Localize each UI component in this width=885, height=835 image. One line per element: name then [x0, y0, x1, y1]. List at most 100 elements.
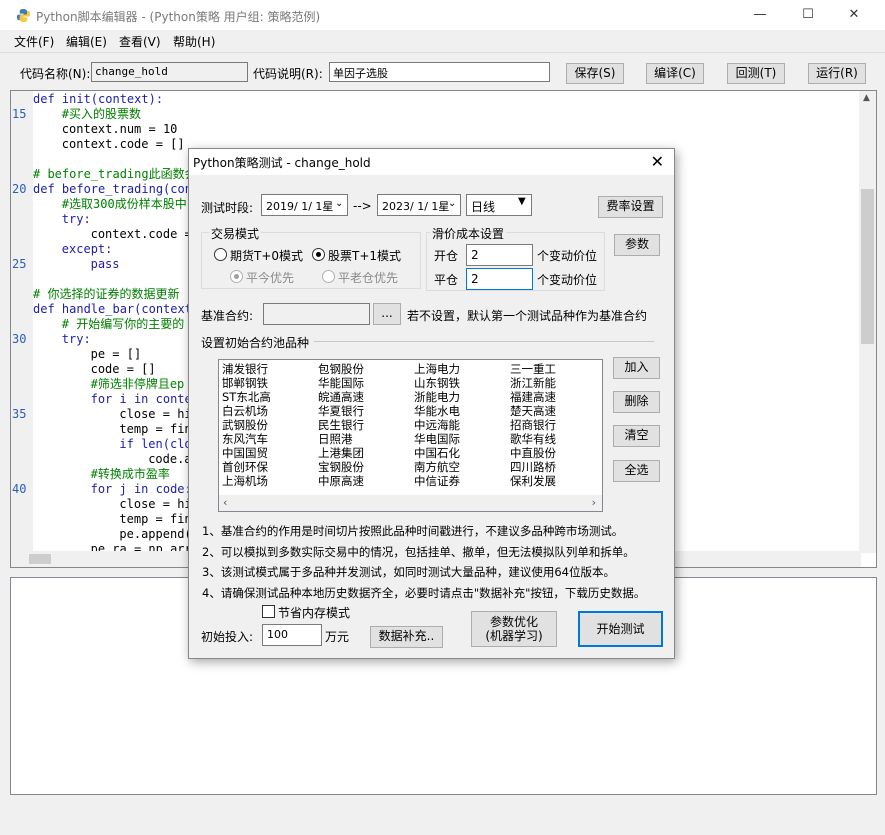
- stock-item[interactable]: 东风汽车: [222, 432, 268, 446]
- select-all-button[interactable]: 全选: [613, 460, 660, 482]
- open-slippage-input[interactable]: 2: [466, 244, 533, 266]
- scrollbar-thumb[interactable]: [861, 189, 874, 344]
- fee-settings-button[interactable]: 费率设置: [598, 196, 663, 218]
- old-first-label[interactable]: 平老仓优先: [338, 269, 398, 286]
- stock-item[interactable]: ST东北高: [222, 390, 271, 404]
- browse-button[interactable]: ...: [373, 303, 401, 325]
- stock-mode-label[interactable]: 股票T+1模式: [328, 247, 401, 264]
- stock-item[interactable]: 中国国贸: [222, 446, 268, 460]
- stock-item[interactable]: 邯郸钢铁: [222, 376, 268, 390]
- futures-mode-label[interactable]: 期货T+0模式: [230, 247, 303, 264]
- save-button[interactable]: 保存(S): [566, 63, 624, 84]
- start-date-chevron-icon[interactable]: ⌄: [335, 198, 343, 209]
- stock-item[interactable]: 楚天高速: [510, 404, 556, 418]
- stock-item[interactable]: 南方航空: [414, 460, 460, 474]
- code-text: def handle_bar(context,: [33, 302, 200, 316]
- stock-item[interactable]: 三一重工: [510, 362, 556, 376]
- h-scrollbar-thumb[interactable]: [29, 554, 51, 564]
- frequency-dropdown-icon[interactable]: ▼: [518, 196, 526, 207]
- stock-item[interactable]: 中远海能: [414, 418, 460, 432]
- stock-item[interactable]: 福建高速: [510, 390, 556, 404]
- stock-item[interactable]: 上海电力: [414, 362, 460, 376]
- stock-item[interactable]: 皖通高速: [318, 390, 364, 404]
- code-text: context.code =: [90, 227, 199, 241]
- stock-item[interactable]: 歌华有线: [510, 432, 556, 446]
- line-number: 30: [12, 332, 27, 346]
- line-number: 40: [12, 482, 27, 496]
- code-text: temp = fin: [119, 422, 192, 436]
- scroll-up-icon[interactable]: ▲: [863, 93, 870, 103]
- stock-mode-radio[interactable]: [312, 248, 325, 261]
- scroll-right-icon[interactable]: ›: [592, 496, 596, 509]
- stock-item[interactable]: 华夏银行: [318, 404, 364, 418]
- menu-file[interactable]: 文件(F): [14, 33, 54, 50]
- stock-item[interactable]: 浙江新能: [510, 376, 556, 390]
- initial-invest-input[interactable]: 100: [262, 624, 322, 646]
- stock-item[interactable]: 山东钢铁: [414, 376, 460, 390]
- stock-item[interactable]: 包钢股份: [318, 362, 364, 376]
- stock-item[interactable]: 招商银行: [510, 418, 556, 432]
- date-arrow: -->: [353, 199, 372, 213]
- vertical-scrollbar[interactable]: ▲: [859, 91, 876, 553]
- benchmark-input[interactable]: [263, 303, 370, 325]
- menu-edit[interactable]: 编辑(E): [66, 33, 107, 50]
- stock-item[interactable]: 中信证券: [414, 474, 460, 488]
- code-text: #转换成市盈率: [90, 467, 170, 481]
- clear-button[interactable]: 清空: [613, 425, 660, 447]
- backtest-button[interactable]: 回测(T): [727, 63, 785, 84]
- maximize-button[interactable]: ☐: [785, 0, 831, 30]
- minimize-button[interactable]: —: [737, 0, 783, 30]
- futures-mode-radio[interactable]: [214, 248, 227, 261]
- stock-item[interactable]: 华电国际: [414, 432, 460, 446]
- dialog-close-icon[interactable]: ✕: [651, 152, 664, 171]
- stock-item[interactable]: 中直股份: [510, 446, 556, 460]
- code-text: pe.append((: [119, 527, 199, 541]
- today-first-label[interactable]: 平今优先: [246, 269, 294, 286]
- start-test-button[interactable]: 开始测试: [578, 611, 663, 647]
- line-number: 15: [12, 107, 27, 121]
- stock-pool-list[interactable]: 浦发银行 包钢股份 上海电力 三一重工邯郸钢铁 华能国际 山东钢铁 浙江新能 ST东北高 皖通高…: [218, 359, 603, 512]
- memory-mode-label[interactable]: 节省内存模式: [278, 604, 350, 621]
- stock-item[interactable]: 四川路桥: [510, 460, 556, 474]
- stock-item[interactable]: 宝钢股份: [318, 460, 364, 474]
- menu-help[interactable]: 帮助(H): [173, 33, 215, 50]
- delete-button[interactable]: 删除: [613, 391, 660, 413]
- today-first-radio[interactable]: [230, 270, 243, 283]
- stock-item[interactable]: 华能国际: [318, 376, 364, 390]
- code-text: try:: [61, 332, 91, 346]
- scroll-left-icon[interactable]: ‹: [223, 496, 227, 509]
- code-name-input[interactable]: change_hold: [91, 62, 248, 82]
- code-desc-input[interactable]: 单因子选股: [329, 62, 550, 82]
- code-text: #筛选非停牌且ep: [90, 377, 185, 391]
- stock-item[interactable]: 浦发银行: [222, 362, 268, 376]
- memory-mode-checkbox[interactable]: [262, 605, 275, 618]
- stock-item[interactable]: 保利发展: [510, 474, 556, 488]
- stock-item[interactable]: 上港集团: [318, 446, 364, 460]
- close-slippage-input[interactable]: 2: [466, 268, 533, 290]
- stock-item[interactable]: 中国石化: [414, 446, 460, 460]
- dialog-title-bar: Python策略测试 - change_hold ✕: [189, 149, 674, 175]
- stock-item[interactable]: 武钢股份: [222, 418, 268, 432]
- stock-item[interactable]: 民生银行: [318, 418, 364, 432]
- old-first-radio[interactable]: [322, 270, 335, 283]
- trade-mode-title: 交易模式: [209, 225, 262, 242]
- stock-item[interactable]: 华能水电: [414, 404, 460, 418]
- stock-item[interactable]: 首创环保: [222, 460, 268, 474]
- stock-item[interactable]: 中原高速: [318, 474, 364, 488]
- data-supplement-button[interactable]: 数据补充..: [370, 626, 443, 648]
- run-button[interactable]: 运行(R): [808, 63, 866, 84]
- stock-item[interactable]: 浙能电力: [414, 390, 460, 404]
- param-optimize-button[interactable]: 参数优化 (机器学习): [471, 611, 557, 647]
- stock-item[interactable]: 日照港: [318, 432, 353, 446]
- param-optimize-line2: (机器学习): [485, 629, 543, 643]
- list-hscroll[interactable]: ‹ ›: [219, 495, 602, 511]
- end-date-chevron-icon[interactable]: ⌄: [448, 198, 456, 209]
- menu-view[interactable]: 查看(V): [119, 33, 161, 50]
- code-text: # 你选择的证券的数据更新: [33, 287, 180, 301]
- add-button[interactable]: 加入: [613, 357, 660, 379]
- stock-item[interactable]: 白云机场: [222, 404, 268, 418]
- params-button[interactable]: 参数: [614, 234, 660, 256]
- compile-button[interactable]: 编译(C): [646, 63, 704, 84]
- close-button[interactable]: ✕: [831, 0, 877, 30]
- stock-item[interactable]: 上海机场: [222, 474, 268, 488]
